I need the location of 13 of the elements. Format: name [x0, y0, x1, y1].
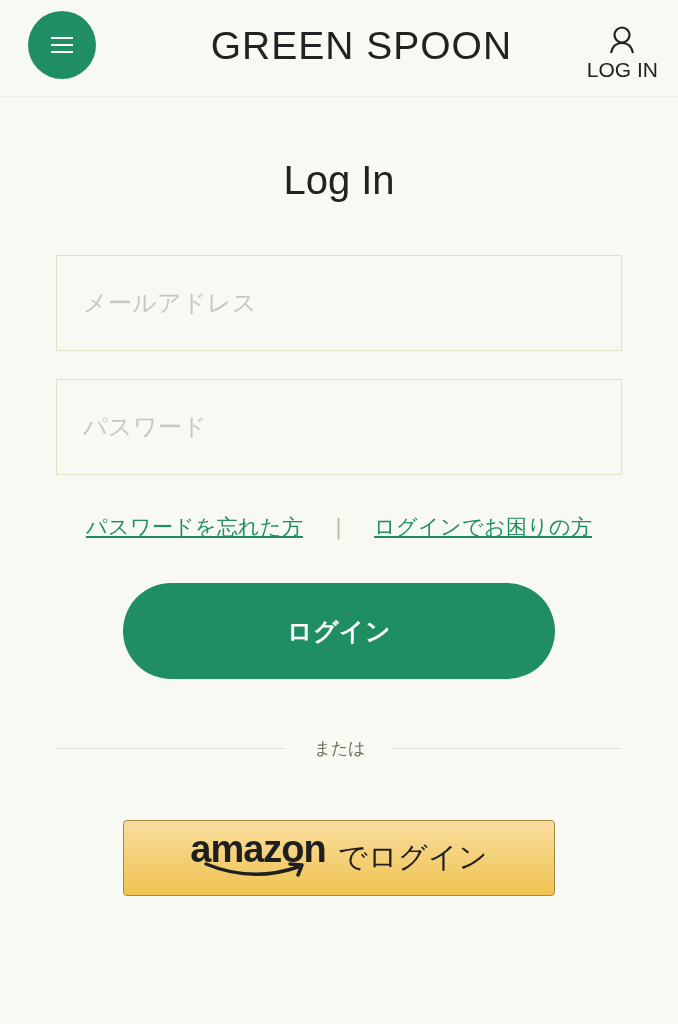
logo[interactable]: GREEN SPOON — [210, 24, 513, 68]
login-button[interactable]: ログイン — [123, 583, 555, 679]
amazon-login-button[interactable]: amazon でログイン — [123, 820, 555, 896]
divider-text: または — [313, 737, 365, 760]
amazon-button-label: でログイン — [337, 839, 488, 876]
help-link[interactable]: パスワードを忘れた方 — [85, 513, 303, 541]
menu-icon — [50, 36, 74, 54]
brand-name: amazon — [190, 829, 326, 869]
user-icon — [609, 26, 636, 54]
link-separator: | — [334, 515, 343, 539]
help-link[interactable]: ログインでお困りの方 — [374, 513, 593, 541]
page-title: Log In — [283, 158, 395, 203]
login-link[interactable]: LOG IN — [586, 26, 658, 82]
